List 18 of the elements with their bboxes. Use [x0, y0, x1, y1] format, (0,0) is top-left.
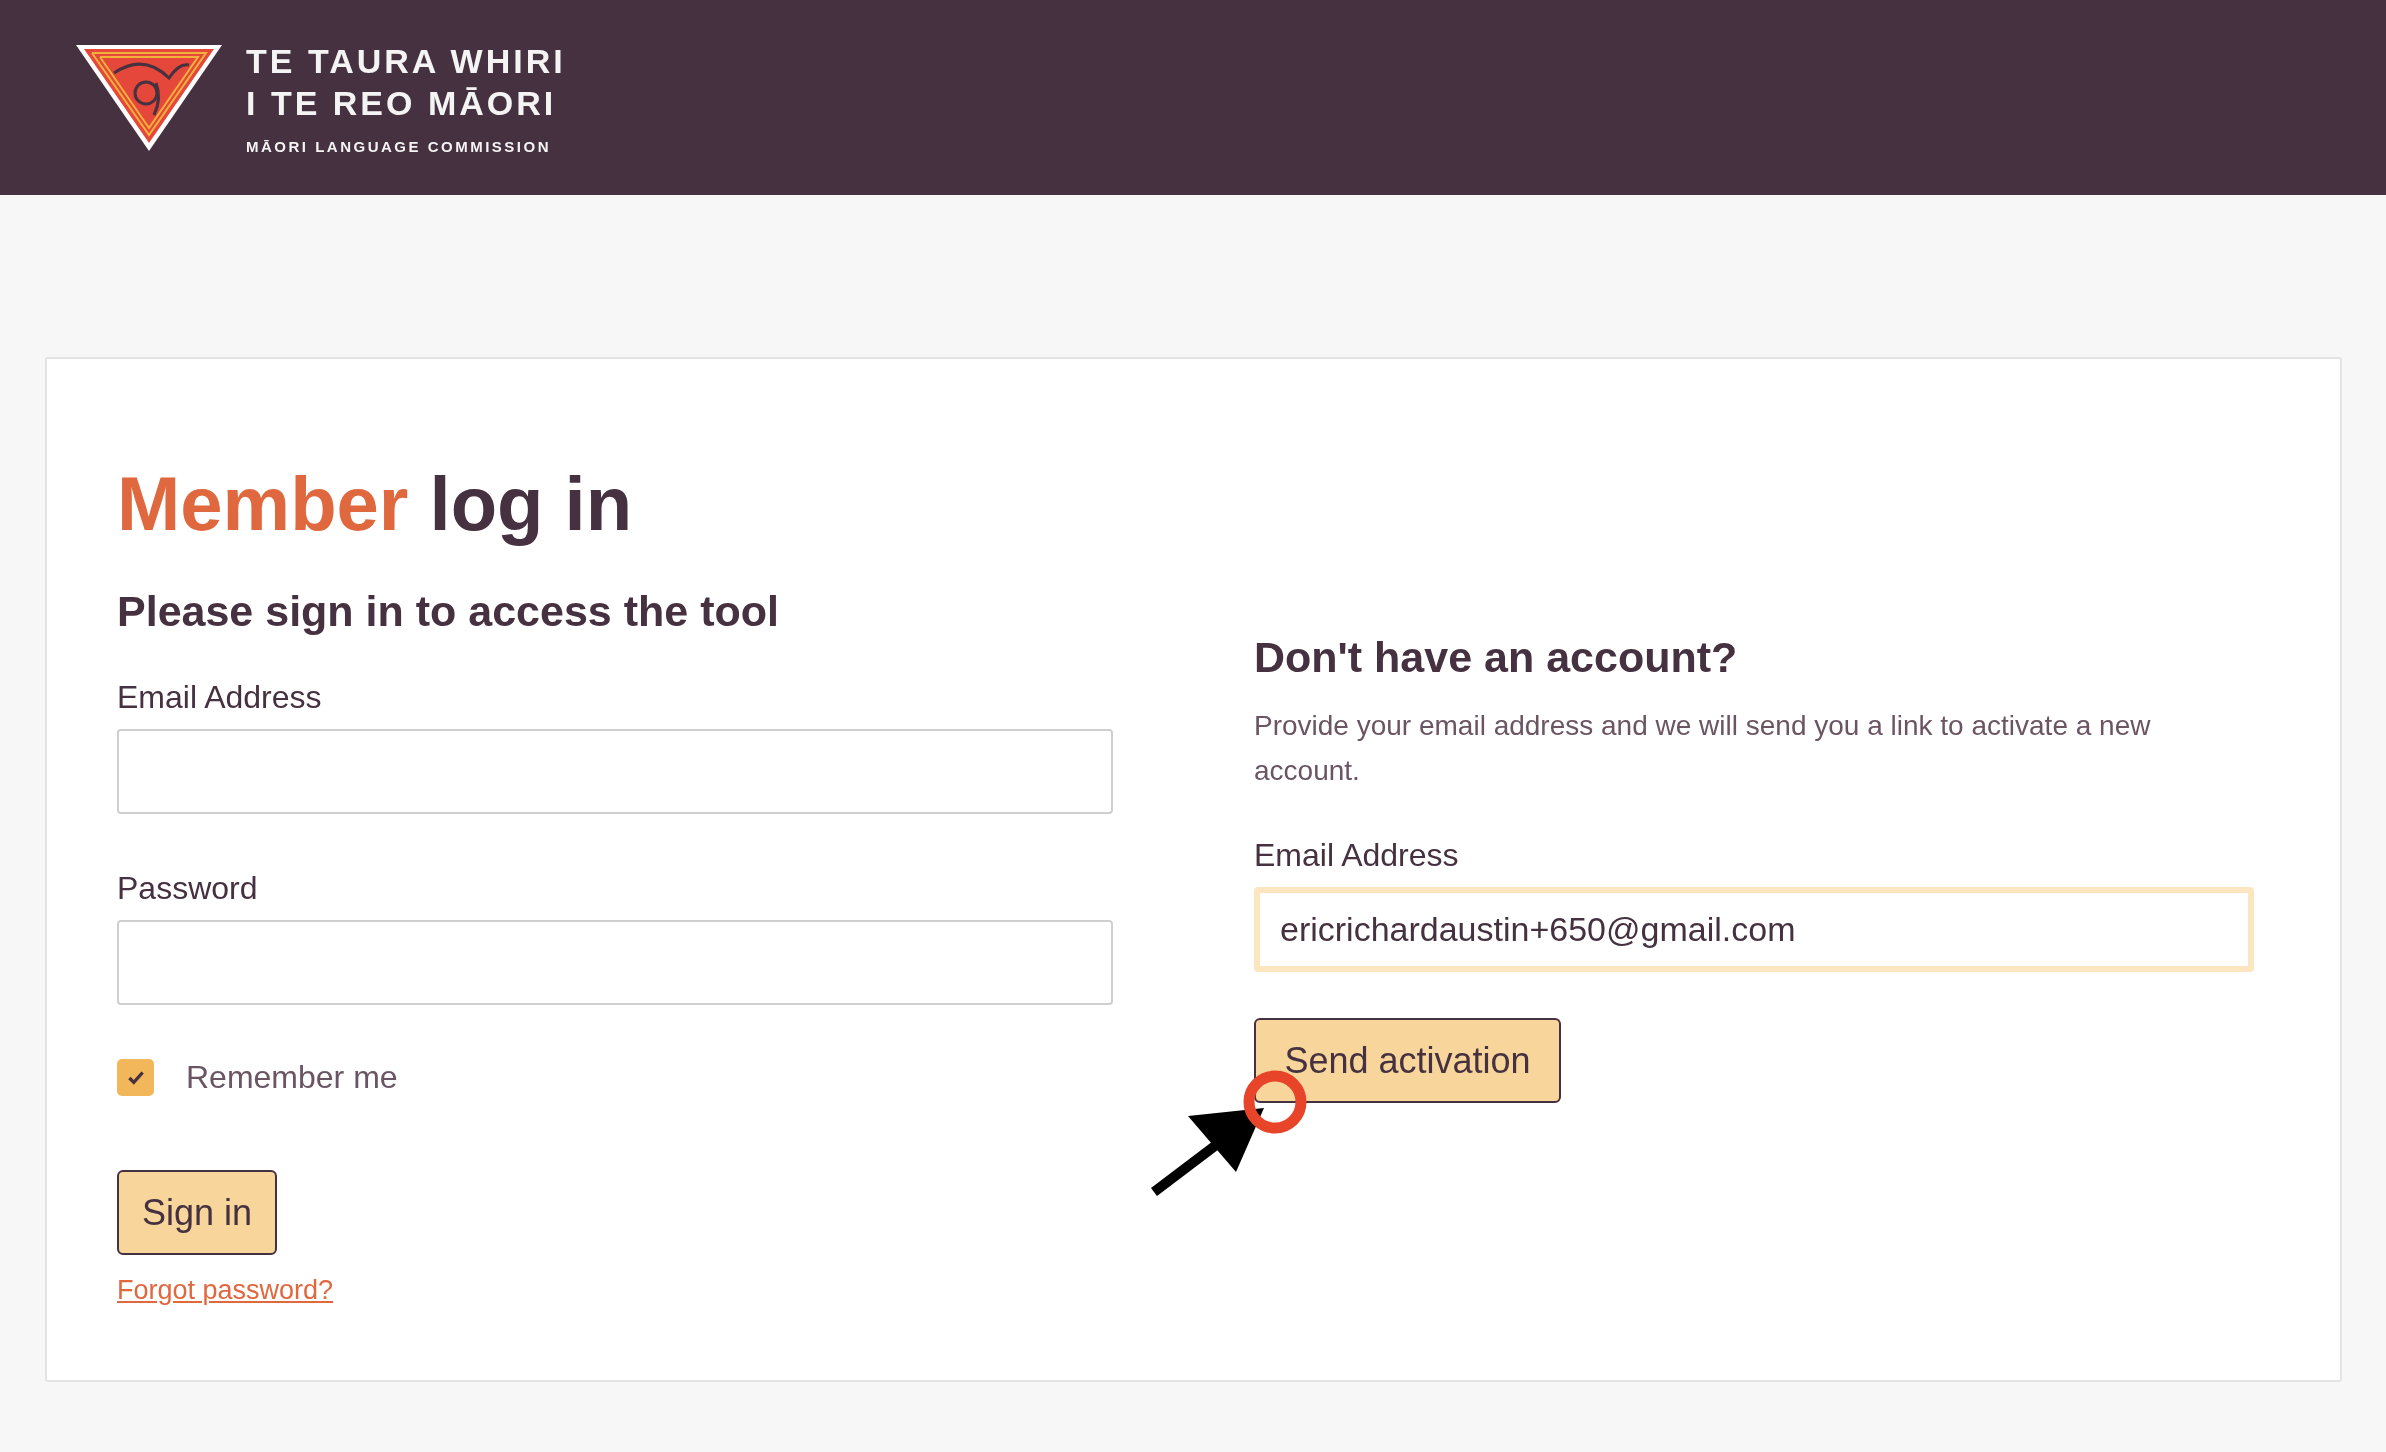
sign-in-button[interactable]: Sign in: [117, 1170, 277, 1255]
input-field[interactable]: [117, 729, 1113, 814]
send-activation-button[interactable]: Send activation: [1254, 1018, 1561, 1103]
email-input-field[interactable]: ericrichardaustin+650@gmail.com: [1254, 887, 2254, 972]
logo-title: TE TAURA WHIRI: [246, 41, 566, 82]
field-label: Email Address: [1254, 836, 1460, 875]
description-text: Provide your email address and we will send you a link to activate a new account.: [1254, 709, 2152, 788]
checkbox-label: Remember me: [186, 1059, 398, 1096]
logo-title: I TE REO MĀORI: [246, 83, 558, 124]
field-label: Password: [117, 869, 259, 908]
checkbox[interactable]: [117, 1059, 154, 1096]
logo-subtitle: MĀORI LANGUAGE COMMISSION: [246, 138, 552, 155]
input-field[interactable]: [117, 920, 1113, 1005]
logo-icon: [74, 42, 224, 153]
section-heading: Don't have an account?: [1254, 632, 1739, 683]
page-title: Member log in: [117, 460, 634, 548]
section-heading: Please sign in to access the tool: [117, 586, 780, 637]
field-label: Email Address: [117, 678, 323, 717]
